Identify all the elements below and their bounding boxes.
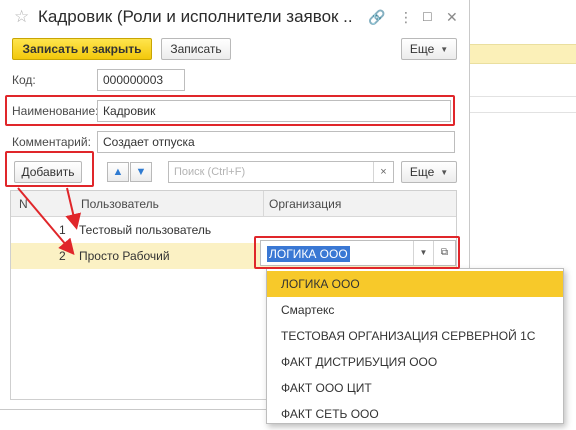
comment-label: Комментарий: (12, 135, 91, 149)
save-and-close-button[interactable]: Записать и закрыть (12, 38, 152, 60)
move-up-button[interactable]: ▲ (107, 162, 129, 182)
arrow-down-icon: ▼ (135, 166, 147, 178)
dropdown-item[interactable]: ФАКТ ООО ЦИТ (267, 375, 563, 401)
search-placeholder: Поиск (Ctrl+F) (174, 166, 246, 178)
dropdown-item[interactable]: ЛОГИКА ООО (267, 271, 563, 297)
background-toolbar (470, 44, 576, 64)
save-label: Записать (170, 42, 222, 56)
open-form-icon[interactable]: ⧉ (433, 241, 455, 265)
name-value: Кадровик (103, 104, 156, 118)
more-button[interactable]: Еще ▼ (401, 38, 457, 60)
column-header-n[interactable]: N (19, 197, 28, 211)
favorite-star-icon[interactable]: ☆ (14, 8, 29, 26)
column-divider (263, 191, 264, 217)
comment-field[interactable]: Создает отпуска (97, 131, 455, 153)
name-field[interactable]: Кадровик (97, 100, 451, 122)
background-divider (470, 112, 576, 113)
title-bar: ☆ Кадровик (Роли и исполнители заявок ..… (0, 0, 470, 36)
organization-input[interactable]: ЛОГИКА ООО ▼ ⧉ (260, 240, 456, 266)
column-header-organization[interactable]: Организация (269, 197, 341, 211)
organization-value: ЛОГИКА ООО (267, 246, 350, 262)
chevron-down-icon[interactable]: ▼ (413, 241, 433, 265)
row-user: Тестовый пользователь (79, 223, 212, 237)
dropdown-item[interactable]: ТЕСТОВАЯ ОРГАНИЗАЦИЯ СЕРВЕРНОЙ 1С (267, 323, 563, 349)
dropdown-item[interactable]: ФАКТ СЕТЬ ООО (267, 401, 563, 427)
add-button[interactable]: Добавить (14, 161, 82, 183)
close-icon[interactable]: ✕ (446, 9, 458, 25)
link-icon[interactable]: 🔗 (368, 9, 385, 25)
chevron-down-icon: ▼ (440, 44, 449, 54)
window-title: Кадровик (Роли и исполнители заявок ... (38, 7, 353, 26)
row-number: 2 (59, 249, 66, 263)
vertical-dots-icon[interactable]: ⋮ (399, 9, 413, 25)
arrow-up-icon: ▲ (112, 166, 124, 178)
save-and-close-label: Записать и закрыть (22, 42, 142, 56)
more-label: Еще (409, 42, 435, 56)
table-header: N Пользователь Организация (11, 191, 456, 217)
table-more-label: Еще (409, 165, 435, 179)
code-value: 000000003 (103, 73, 164, 87)
save-button[interactable]: Записать (161, 38, 231, 60)
maximize-icon[interactable]: ☐ (422, 9, 433, 25)
column-header-user[interactable]: Пользователь (81, 197, 159, 211)
dropdown-item[interactable]: Смартекс (267, 297, 563, 323)
name-label: Наименование: (12, 104, 99, 118)
search-input[interactable]: Поиск (Ctrl+F) × (168, 161, 394, 183)
dropdown-item[interactable]: ФАКТ ДИСТРИБУЦИЯ ООО (267, 349, 563, 375)
add-label: Добавить (21, 165, 75, 179)
row-number: 1 (59, 223, 66, 237)
table-more-button[interactable]: Еще ▼ (401, 161, 457, 183)
code-field[interactable]: 000000003 (97, 69, 185, 91)
comment-value: Создает отпуска (103, 135, 195, 149)
background-divider (470, 96, 576, 97)
clear-search-icon[interactable]: × (373, 162, 393, 182)
organization-dropdown: ЛОГИКА ООО Смартекс ТЕСТОВАЯ ОРГАНИЗАЦИЯ… (266, 268, 564, 424)
move-down-button[interactable]: ▼ (130, 162, 152, 182)
chevron-down-icon: ▼ (440, 167, 449, 177)
row-user: Просто Рабочий (79, 249, 170, 263)
code-label: Код: (12, 73, 36, 87)
